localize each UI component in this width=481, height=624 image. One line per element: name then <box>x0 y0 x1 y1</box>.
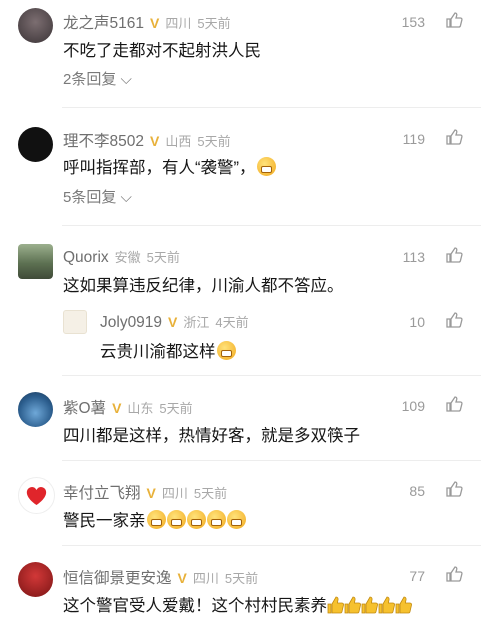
heart-icon <box>26 486 47 505</box>
comment-text-body: 这个警官受人爱戴！这个村村民素养 <box>63 597 327 615</box>
username-row[interactable]: 紫O薯 V 山东 5天前 <box>63 396 193 418</box>
reply-text-body: 云贵川渝都这样 <box>100 343 216 361</box>
comment-text: 警民一家亲 <box>63 507 246 531</box>
hug-emoji <box>206 510 226 529</box>
vip-badge-icon: V <box>112 400 122 416</box>
comment-text-body: 呼叫指挥部，有人“袭警”， <box>63 159 256 177</box>
thumbs-up-emoji <box>395 596 412 614</box>
view-replies-button[interactable]: 5条回复 ⌵ <box>63 186 132 207</box>
timestamp: 5天前 <box>224 571 259 586</box>
replies-label: 2条回复 <box>63 71 117 88</box>
thumb-like-icon[interactable] <box>445 11 463 29</box>
thumbs-up-emoji <box>378 596 395 614</box>
vip-badge-icon: V <box>177 570 187 586</box>
thumb-like-icon[interactable] <box>445 565 463 583</box>
username[interactable]: Quorix <box>63 249 109 266</box>
divider <box>62 545 481 546</box>
vip-badge-icon: V <box>168 314 178 330</box>
avatar[interactable] <box>18 244 53 279</box>
comment-text: 呼叫指挥部，有人“袭警”， <box>63 154 276 178</box>
thumb-like-icon[interactable] <box>445 395 463 413</box>
vip-badge-icon: V <box>146 485 156 501</box>
comment-text: 这个警官受人爱戴！这个村村民素养 <box>63 592 412 616</box>
thumb-like-icon[interactable] <box>445 128 463 146</box>
view-replies-button[interactable]: 2条回复 ⌵ <box>63 68 132 89</box>
username-row[interactable]: Quorix 安徽 5天前 <box>63 247 180 267</box>
username-row[interactable]: 理不李8502 V 山西 5天前 <box>63 129 231 151</box>
comment-text: 不吃了走都对不起射洪人民 <box>63 42 261 60</box>
username[interactable]: 理不李8502 <box>63 133 144 150</box>
thumbs-up-emoji <box>361 596 378 614</box>
thumb-like-icon[interactable] <box>445 480 463 498</box>
comment-text: 四川都是这样，热情好客，就是多双筷子 <box>63 427 360 445</box>
like-count: 113 <box>402 249 425 265</box>
location: 山东 <box>127 401 154 416</box>
location: 四川 <box>161 486 188 501</box>
avatar[interactable] <box>18 477 55 514</box>
thumb-like-icon[interactable] <box>445 311 463 329</box>
timestamp: 5天前 <box>159 401 193 416</box>
like-count: 109 <box>401 398 425 414</box>
comment-text-body: 警民一家亲 <box>63 512 146 530</box>
reply-username-row[interactable]: Joly0919 V 浙江 4天前 <box>100 312 249 332</box>
like-count: 119 <box>402 131 425 147</box>
username[interactable]: 幸付立飞翔 <box>63 485 141 502</box>
avatar[interactable] <box>18 127 53 162</box>
thumbs-up-emoji <box>344 596 361 614</box>
reply-avatar[interactable] <box>63 310 87 334</box>
timestamp: 5天前 <box>193 486 228 501</box>
timestamp: 4天前 <box>215 315 249 330</box>
hug-emoji <box>226 510 246 529</box>
location: 山西 <box>165 134 192 149</box>
location: 浙江 <box>183 315 210 330</box>
avatar[interactable] <box>18 392 53 427</box>
hug-emoji <box>186 510 206 529</box>
vip-badge-icon: V <box>149 15 160 31</box>
avatar[interactable] <box>18 8 53 43</box>
like-count: 85 <box>409 483 425 499</box>
divider <box>62 225 481 226</box>
replies-label: 5条回复 <box>63 189 117 206</box>
username-row[interactable]: 幸付立飞翔 V 四川 5天前 <box>63 481 227 503</box>
location: 四川 <box>165 16 192 31</box>
vip-badge-icon: V <box>149 133 160 149</box>
thumb-like-icon[interactable] <box>445 246 463 264</box>
username[interactable]: 紫O薯 <box>63 400 106 417</box>
divider <box>62 460 481 461</box>
timestamp: 5天前 <box>197 134 231 149</box>
chevron-down-icon: ⌵ <box>120 189 132 206</box>
comment-text: 这如果算违反纪律，川渝人都不答应。 <box>63 277 344 295</box>
like-count: 153 <box>401 14 425 30</box>
chevron-down-icon: ⌵ <box>120 71 132 88</box>
username[interactable]: 龙之声5161 <box>63 15 144 32</box>
avatar[interactable] <box>18 562 53 597</box>
divider <box>62 375 481 376</box>
grin-emoji <box>216 341 236 360</box>
reply-text: 云贵川渝都这样 <box>100 338 236 362</box>
username[interactable]: 恒信御景更安逸 <box>63 570 172 587</box>
username-row[interactable]: 龙之声5161 V 四川 5天前 <box>63 11 231 33</box>
divider <box>62 107 481 108</box>
timestamp: 5天前 <box>197 16 231 31</box>
username-row[interactable]: 恒信御景更安逸 V 四川 5天前 <box>63 566 258 588</box>
username[interactable]: Joly0919 <box>100 314 162 331</box>
hug-emoji <box>166 510 186 529</box>
like-count: 10 <box>409 314 425 330</box>
hug-emoji <box>146 510 166 529</box>
grin-emoji <box>256 157 276 176</box>
location: 四川 <box>192 571 219 586</box>
location: 安徽 <box>114 250 141 265</box>
timestamp: 5天前 <box>146 250 180 265</box>
like-count: 77 <box>409 568 425 584</box>
thumbs-up-emoji <box>327 596 344 614</box>
